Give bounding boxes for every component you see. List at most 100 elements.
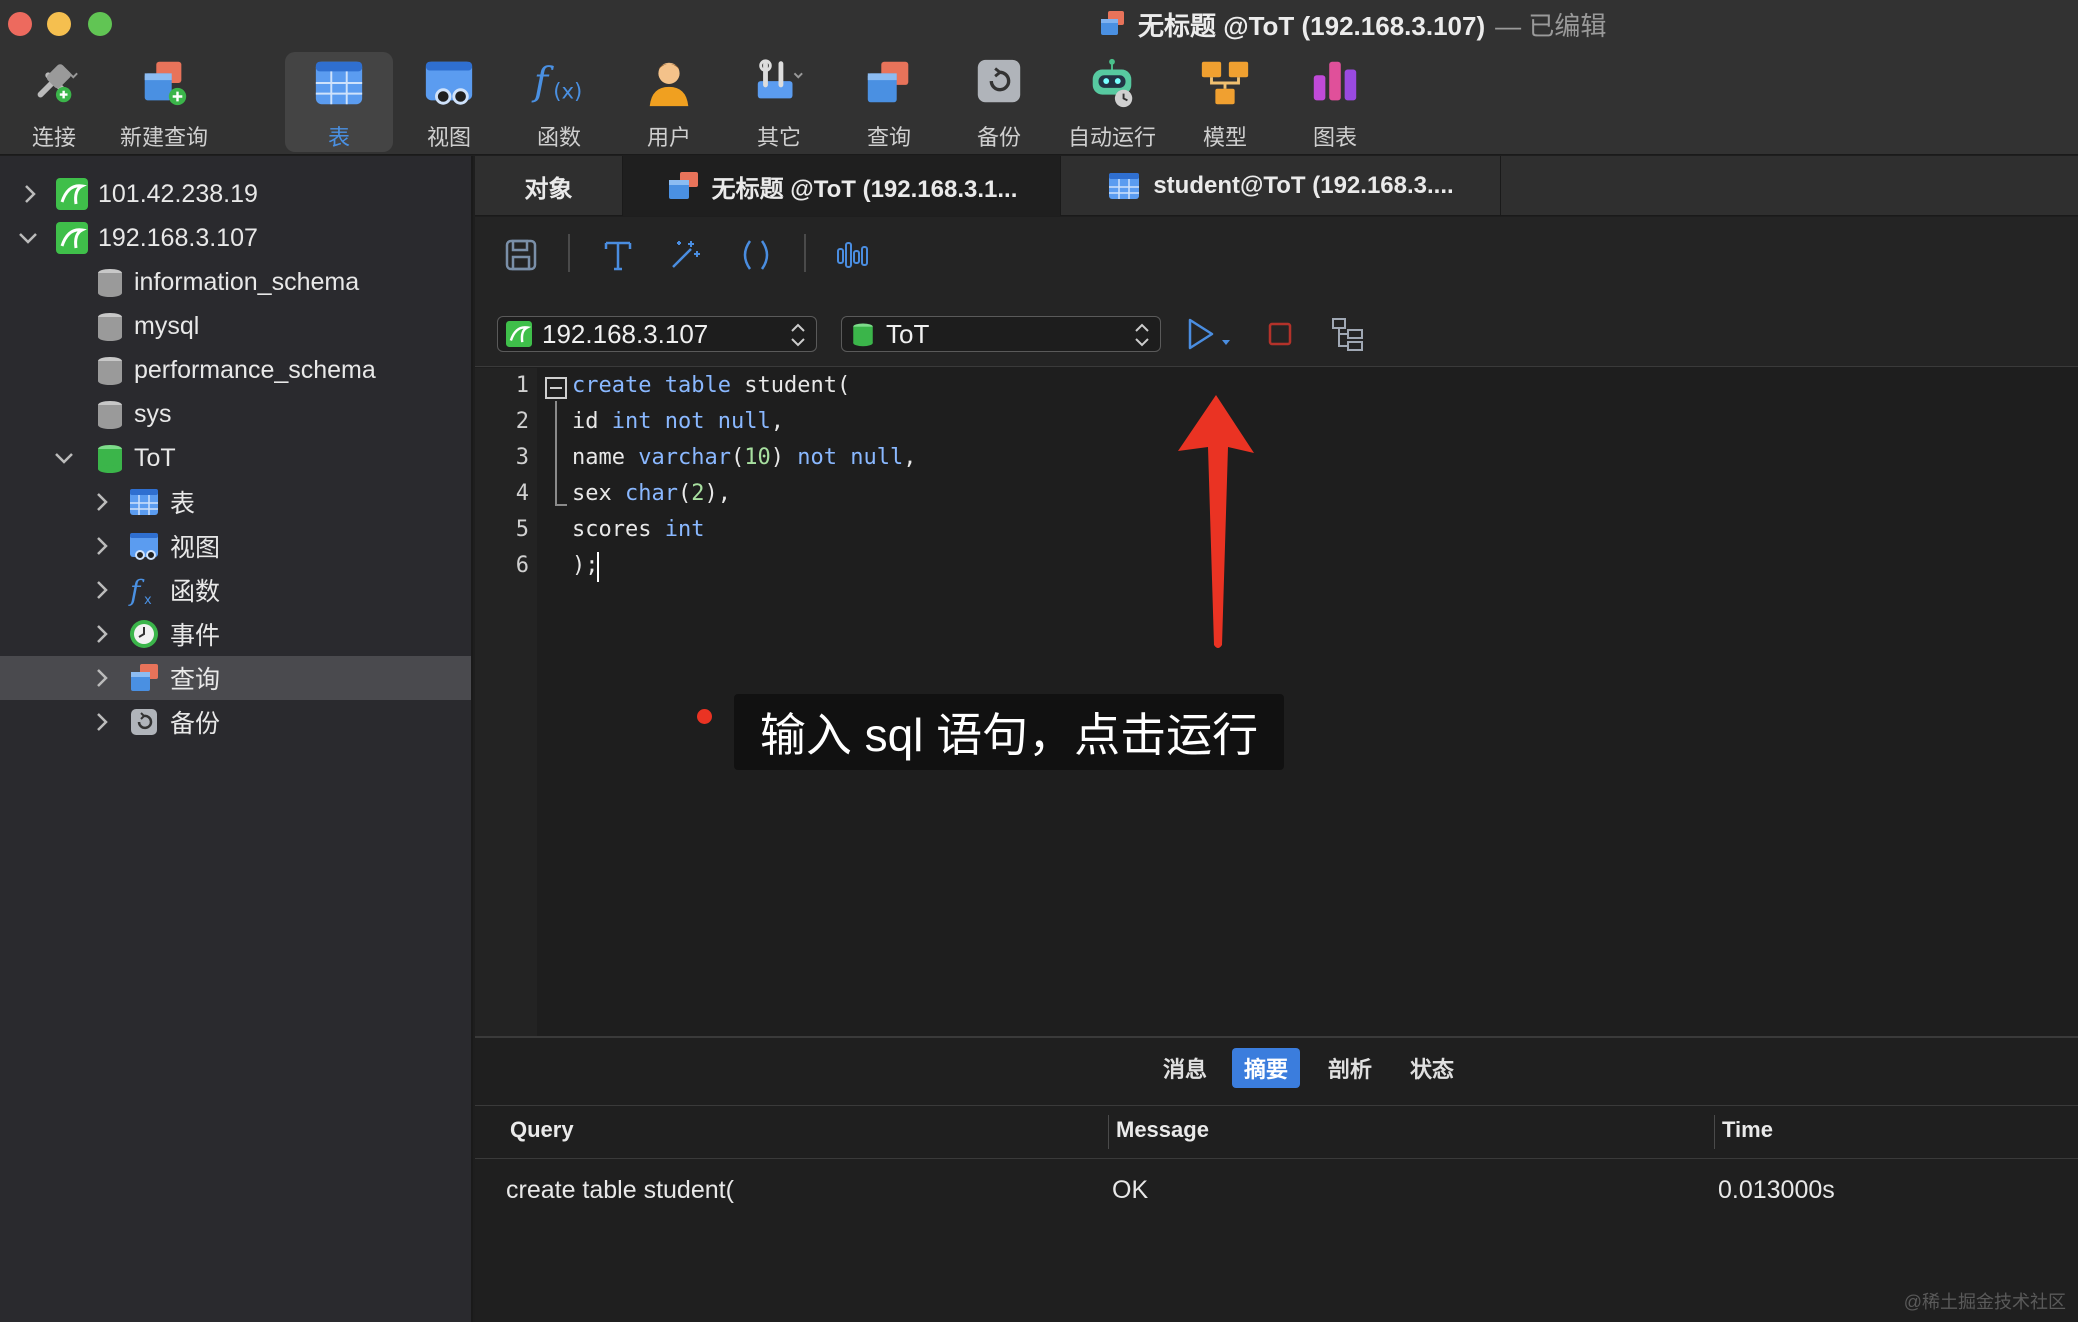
- line-number: 1: [515, 373, 529, 398]
- tree-connection-101[interactable]: 101.42.238.19: [0, 172, 471, 216]
- database-open-icon: [98, 445, 122, 473]
- explain-plan-icon[interactable]: [1330, 316, 1366, 352]
- tree-label: 表: [170, 490, 196, 518]
- column-divider[interactable]: [1714, 1115, 1715, 1149]
- table-icon: [130, 489, 158, 515]
- format-icon[interactable]: [600, 237, 636, 273]
- result-tab-summary[interactable]: 摘要: [1232, 1048, 1301, 1088]
- toolbar-view-button[interactable]: 视图: [395, 52, 503, 152]
- save-icon[interactable]: [503, 237, 539, 273]
- mysql-connection-icon: [56, 178, 88, 210]
- column-header-message[interactable]: Message: [1116, 1117, 1209, 1143]
- toolbar-new-query-button[interactable]: 新建查询: [110, 52, 218, 152]
- column-header-time[interactable]: Time: [1722, 1117, 1773, 1143]
- line-number: 6: [515, 553, 529, 578]
- chevron-right-icon[interactable]: [90, 578, 114, 602]
- tree-node-queries[interactable]: 查询: [0, 656, 471, 700]
- toolbar-user-button[interactable]: 用户: [615, 52, 723, 152]
- tab-student-table[interactable]: student@ToT (192.168.3....: [1061, 156, 1501, 216]
- tree-label: 事件: [170, 622, 221, 650]
- chevron-right-icon[interactable]: [90, 710, 114, 734]
- toolbar-model-button[interactable]: 模型: [1171, 52, 1279, 152]
- annotation-dot: [697, 709, 712, 724]
- table-icon: [1109, 173, 1140, 199]
- tree-label: 101.42.238.19: [98, 179, 258, 208]
- toolbar-function-button[interactable]: f (x) 函数: [505, 52, 613, 152]
- explain-chart-icon[interactable]: [834, 237, 870, 273]
- toolbar-table-button[interactable]: 表: [285, 52, 393, 152]
- minimize-window-button[interactable]: [47, 12, 71, 36]
- view-icon: [425, 61, 473, 105]
- column-divider[interactable]: [1108, 1115, 1109, 1149]
- svg-text:f: f: [128, 574, 145, 606]
- clock-icon: [130, 620, 158, 648]
- database-icon: [98, 401, 122, 429]
- new-query-icon: [144, 61, 187, 106]
- connection-select[interactable]: 192.168.3.107: [497, 316, 817, 352]
- tree-connection-192[interactable]: 192.168.3.107: [0, 216, 471, 260]
- tree-db-performance-schema[interactable]: performance_schema: [0, 348, 471, 392]
- stop-icon[interactable]: [1262, 316, 1298, 352]
- magic-wand-icon[interactable]: [667, 237, 703, 273]
- tree-db-information-schema[interactable]: information_schema: [0, 260, 471, 304]
- tools-icon: [757, 59, 803, 99]
- chevron-right-icon[interactable]: [90, 490, 114, 514]
- toolbar-query-button[interactable]: 查询: [835, 52, 943, 152]
- toolbar-chart-button[interactable]: 图表: [1281, 52, 1389, 152]
- toolbar-connect-button[interactable]: 连接: [0, 52, 108, 152]
- zoom-window-button[interactable]: [88, 12, 112, 36]
- svg-text:(x): (x): [553, 79, 582, 104]
- fold-guide-end: [555, 504, 567, 506]
- tree-node-backups[interactable]: 备份: [0, 700, 471, 744]
- result-tab-messages[interactable]: 消息: [1151, 1048, 1219, 1088]
- window-title: 无标题 @ToT (192.168.3.107) — 已编辑: [1098, 6, 1606, 42]
- chevron-right-icon[interactable]: [90, 622, 114, 646]
- tree-label: information_schema: [134, 267, 360, 296]
- watermark: @稀土掘金技术社区: [1903, 1292, 2066, 1312]
- database-select-value: ToT: [886, 318, 930, 349]
- toolbar-label: 备份: [976, 125, 1021, 150]
- result-tab-label: 剖析: [1328, 1057, 1373, 1082]
- backup-icon: [131, 709, 157, 735]
- database-select[interactable]: ToT: [841, 316, 1161, 352]
- editor-tabs: 对象 无标题 @ToT (192.168.3.1... student@ToT …: [475, 156, 2078, 216]
- fold-guide: [555, 401, 557, 504]
- toolbar-automation-button[interactable]: 自动运行: [1058, 52, 1166, 152]
- edited-status: — 已编辑: [1495, 10, 1607, 41]
- line-number: 2: [515, 409, 529, 434]
- fold-toggle[interactable]: [545, 377, 567, 399]
- result-table-header: [475, 1105, 2078, 1159]
- svg-text:f: f: [531, 60, 554, 105]
- tree-label: mysql: [134, 311, 200, 340]
- database-icon: [98, 357, 122, 385]
- result-tab-status[interactable]: 状态: [1398, 1048, 1466, 1088]
- tree-node-events[interactable]: 事件: [0, 612, 471, 656]
- parentheses-icon[interactable]: [738, 237, 774, 273]
- run-icon[interactable]: [1186, 316, 1236, 352]
- result-tab-profile[interactable]: 剖析: [1316, 1048, 1384, 1088]
- result-cell-query: create table student(: [506, 1176, 734, 1204]
- toolbar-backup-button[interactable]: 备份: [945, 52, 1053, 152]
- toolbar-label: 其它: [756, 125, 801, 150]
- annotation-text: 输入 sql 语句，点击运行: [759, 709, 1259, 761]
- tree-node-functions[interactable]: fx 函数: [0, 568, 471, 612]
- toolbar-other-button[interactable]: 其它: [725, 52, 833, 152]
- column-header-query[interactable]: Query: [510, 1117, 574, 1143]
- toolbar-label: 模型: [1202, 125, 1247, 150]
- tab-untitled-query[interactable]: 无标题 @ToT (192.168.3.1...: [623, 156, 1061, 216]
- tree-node-views[interactable]: 视图: [0, 524, 471, 568]
- tree-db-mysql[interactable]: mysql: [0, 304, 471, 348]
- connection-select-value: 192.168.3.107: [542, 318, 709, 349]
- tree-node-tables[interactable]: 表: [0, 480, 471, 524]
- line-number: 3: [515, 445, 529, 470]
- close-window-button[interactable]: [8, 12, 32, 36]
- tree-db-tot[interactable]: ToT: [0, 436, 471, 480]
- tree-label: 查询: [170, 666, 221, 694]
- tree-db-sys[interactable]: sys: [0, 392, 471, 436]
- chevron-down-icon[interactable]: [52, 446, 76, 470]
- chevron-right-icon[interactable]: [90, 666, 114, 690]
- chevron-right-icon[interactable]: [90, 534, 114, 558]
- chevron-down-icon[interactable]: [16, 226, 40, 250]
- tab-objects[interactable]: 对象: [475, 156, 623, 216]
- chevron-right-icon[interactable]: [18, 182, 42, 206]
